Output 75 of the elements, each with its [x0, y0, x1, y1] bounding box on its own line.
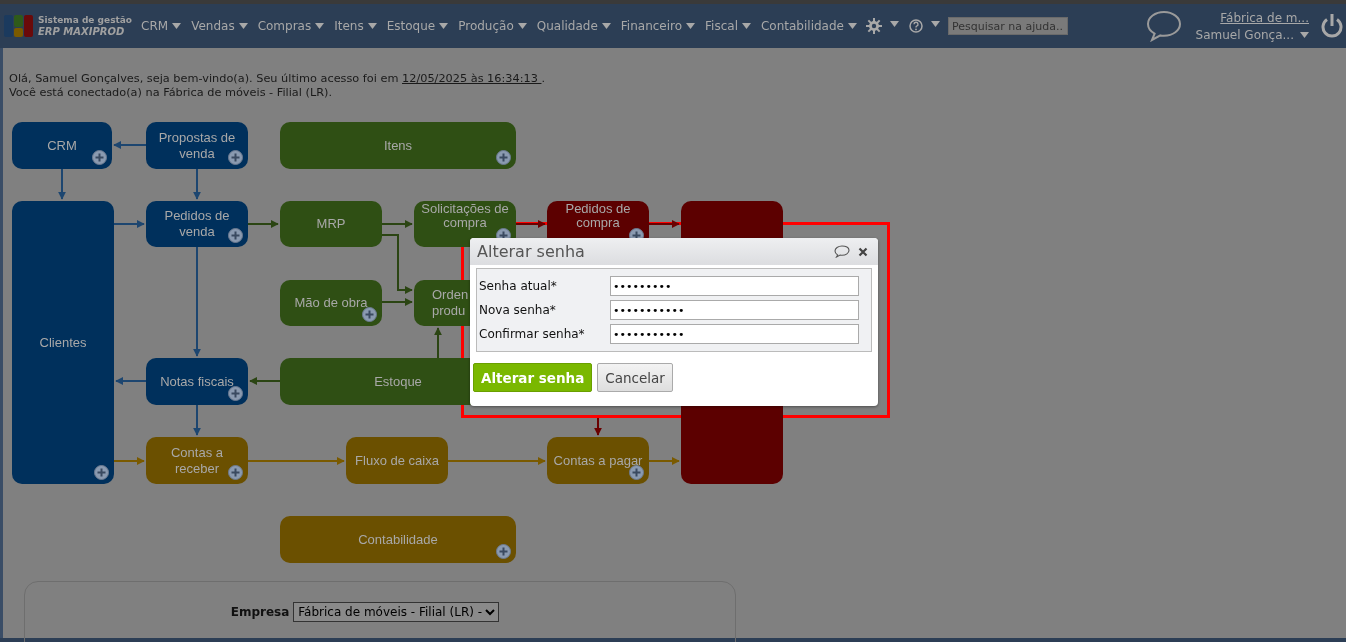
- module-node[interactable]: Propostas de venda: [146, 122, 248, 169]
- cancel-button[interactable]: Cancelar: [597, 363, 673, 392]
- connection-message: Você está conectado(a) na Fábrica de móveis - Filial (LR).: [9, 86, 334, 100]
- power-icon[interactable]: [1321, 14, 1343, 38]
- caret-icon: [367, 23, 377, 29]
- search-field[interactable]: Pesquisar na ajuda...: [947, 17, 1068, 35]
- company-label: Empresa: [230, 605, 290, 619]
- connector-arrow: [193, 168, 201, 200]
- connector-arrow: [381, 234, 413, 294]
- caret-icon: [439, 23, 449, 29]
- connector-arrow: [113, 220, 145, 228]
- module-node[interactable]: Contas a receber: [146, 437, 248, 484]
- caret-icon: [172, 23, 182, 29]
- menu-item[interactable]: Estoque: [381, 19, 454, 33]
- module-node[interactable]: Contabilidade: [280, 516, 516, 563]
- submit-button[interactable]: Alterar senha: [473, 363, 593, 392]
- help-icon[interactable]: [908, 19, 923, 33]
- close-icon[interactable]: [858, 246, 868, 257]
- module-node[interactable]: Mão de obra: [280, 280, 382, 326]
- caret-icon: [315, 23, 325, 29]
- module-node[interactable]: Pedidos de venda: [146, 201, 248, 247]
- company-select[interactable]: Fábrica de móveis - Filial (LR) -: [293, 602, 500, 622]
- caret-icon: [847, 23, 857, 29]
- connector-arrow: [381, 298, 413, 306]
- caret-icon: [601, 23, 611, 29]
- password-field[interactable]: •••••••••: [610, 276, 859, 296]
- connector-arrow: [648, 457, 680, 465]
- menu-item[interactable]: Qualidade: [531, 19, 616, 33]
- connector-arrow: [58, 168, 66, 200]
- caret-icon[interactable]: [889, 21, 899, 27]
- comment-icon[interactable]: [834, 245, 850, 258]
- welcome-message: Olá, Samuel Gonçalves, seja bem-vindo(a). Seu último acesso foi em 12/05/2025 às 16:34:13 .: [9, 72, 547, 86]
- logo-subtitle: Sistema de gestão: [38, 15, 133, 26]
- caret-icon[interactable]: [930, 21, 940, 27]
- logo-name: ERP MAXIPROD: [38, 26, 126, 37]
- caret-icon: [742, 23, 751, 29]
- connector-arrow: [594, 417, 602, 436]
- menu-item[interactable]: Financeiro: [615, 19, 701, 33]
- company-link[interactable]: Fábrica de m...: [1220, 10, 1309, 25]
- menu-item[interactable]: Itens: [329, 19, 382, 33]
- connector-arrow: [113, 141, 147, 149]
- last-access-link[interactable]: 12/05/2025 às 16:34:13: [402, 72, 542, 85]
- connector-arrow: [247, 220, 279, 228]
- menu-item[interactable]: Contabilidade: [756, 19, 862, 33]
- logo-icon: [4, 13, 34, 39]
- password-field[interactable]: •••••••••••: [610, 324, 859, 344]
- chat-icon[interactable]: [1145, 10, 1182, 42]
- menu-item[interactable]: Produção: [453, 19, 532, 33]
- menu-item[interactable]: CRM: [136, 19, 187, 33]
- menu-item[interactable]: Compras: [252, 19, 330, 33]
- module-node[interactable]: Contas a pagar: [547, 437, 649, 484]
- menu-item[interactable]: Fiscal: [700, 19, 756, 33]
- connector-arrow: [434, 327, 442, 359]
- caret-icon: [238, 23, 248, 29]
- module-node[interactable]: Notas fiscais: [146, 358, 248, 405]
- connector-arrow: [249, 377, 281, 385]
- field-label: Confirmar senha*: [479, 327, 586, 341]
- caret-icon: [686, 23, 696, 29]
- menu-item[interactable]: Vendas: [186, 19, 253, 33]
- caret-icon: [1300, 31, 1309, 38]
- connector-arrow: [381, 220, 413, 228]
- connector-arrow: [193, 404, 201, 436]
- user-menu[interactable]: Samuel Gonça...: [1195, 27, 1309, 42]
- module-node[interactable]: Itens: [280, 122, 516, 169]
- connector-arrow: [515, 220, 546, 228]
- connector-arrow: [648, 220, 680, 228]
- module-node[interactable]: Fluxo de caixa: [346, 437, 448, 484]
- connector-arrow: [115, 377, 147, 385]
- connector-arrow: [113, 457, 145, 465]
- module-node[interactable]: Clientes: [12, 201, 114, 484]
- module-node[interactable]: MRP: [280, 201, 382, 247]
- password-field[interactable]: •••••••••••: [610, 300, 859, 320]
- module-node[interactable]: CRM: [12, 122, 112, 169]
- settings-icon[interactable]: [865, 18, 882, 34]
- caret-icon: [517, 23, 527, 29]
